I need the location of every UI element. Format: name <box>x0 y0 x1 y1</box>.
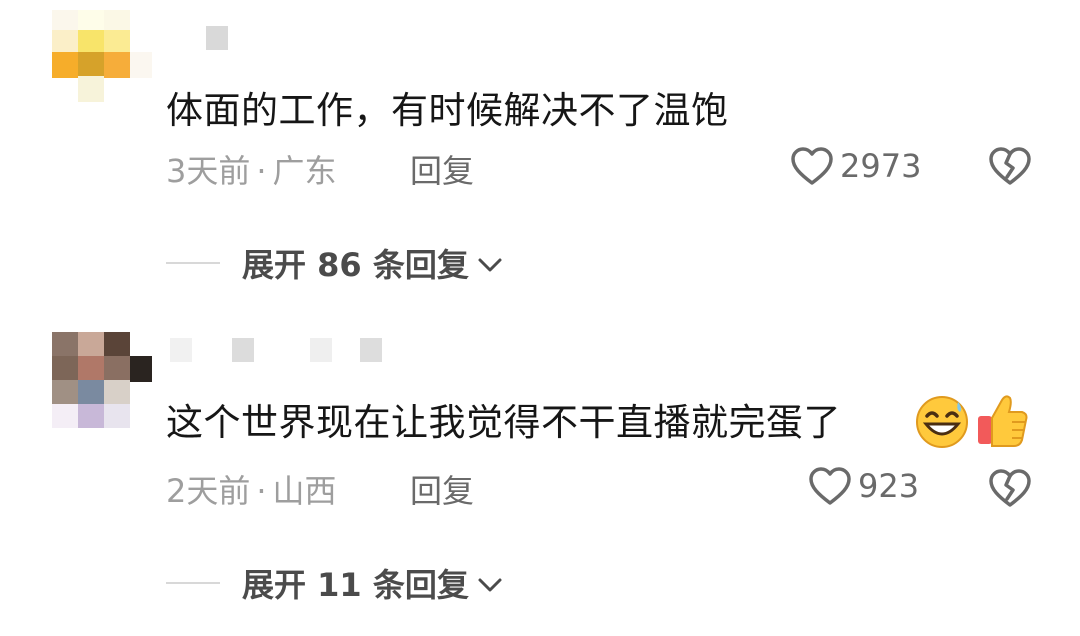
heart-outline-icon <box>790 146 834 186</box>
comment-meta: 3天前 · 广东 <box>166 146 337 192</box>
comment-text: 体面的工作，有时候解决不了温饱 <box>166 89 729 132</box>
separator-dot: · <box>256 152 267 190</box>
comment-time: 2天前 <box>166 472 251 510</box>
chevron-down-icon <box>477 564 503 602</box>
like-count: 2973 <box>840 147 922 185</box>
like-button[interactable]: 923 <box>808 466 919 506</box>
heart-outline-icon <box>808 466 852 506</box>
avatar[interactable] <box>52 332 152 428</box>
comment-item: 这个世界现在让我觉得不干直播就完蛋了 2天前 · 山西 回复 923 展开 11… <box>0 316 1080 636</box>
expand-replies-label: 展开 86 条回复 <box>242 246 469 284</box>
broken-heart-icon <box>988 468 1032 508</box>
expand-replies-button[interactable]: 展开 86 条回复 <box>166 240 503 286</box>
expand-replies-button[interactable]: 展开 11 条回复 <box>166 560 503 606</box>
avatar[interactable] <box>52 10 152 106</box>
comment-location: 山西 <box>272 472 337 510</box>
expand-replies-label: 展开 11 条回复 <box>242 566 469 604</box>
divider-line <box>166 582 220 584</box>
dislike-button[interactable] <box>988 146 1032 186</box>
reply-button[interactable]: 回复 <box>410 146 474 192</box>
like-button[interactable]: 2973 <box>790 146 921 186</box>
thumbs-up-emoji <box>974 390 1030 454</box>
divider-line <box>166 262 220 264</box>
grinning-sweat-emoji <box>914 394 970 454</box>
reply-button[interactable]: 回复 <box>410 466 474 512</box>
comment-meta: 2天前 · 山西 <box>166 466 337 512</box>
comment-text: 这个世界现在让我觉得不干直播就完蛋了 <box>166 401 841 444</box>
like-count: 923 <box>858 467 920 505</box>
comment-location: 广东 <box>272 152 337 190</box>
comment-time: 3天前 <box>166 152 251 190</box>
broken-heart-icon <box>988 146 1032 186</box>
dislike-button[interactable] <box>988 468 1032 508</box>
chevron-down-icon <box>477 244 503 282</box>
comment-item: 体面的工作，有时候解决不了温饱 3天前 · 广东 回复 2973 展开 86 条回复 <box>0 0 1080 320</box>
separator-dot: · <box>256 472 267 510</box>
